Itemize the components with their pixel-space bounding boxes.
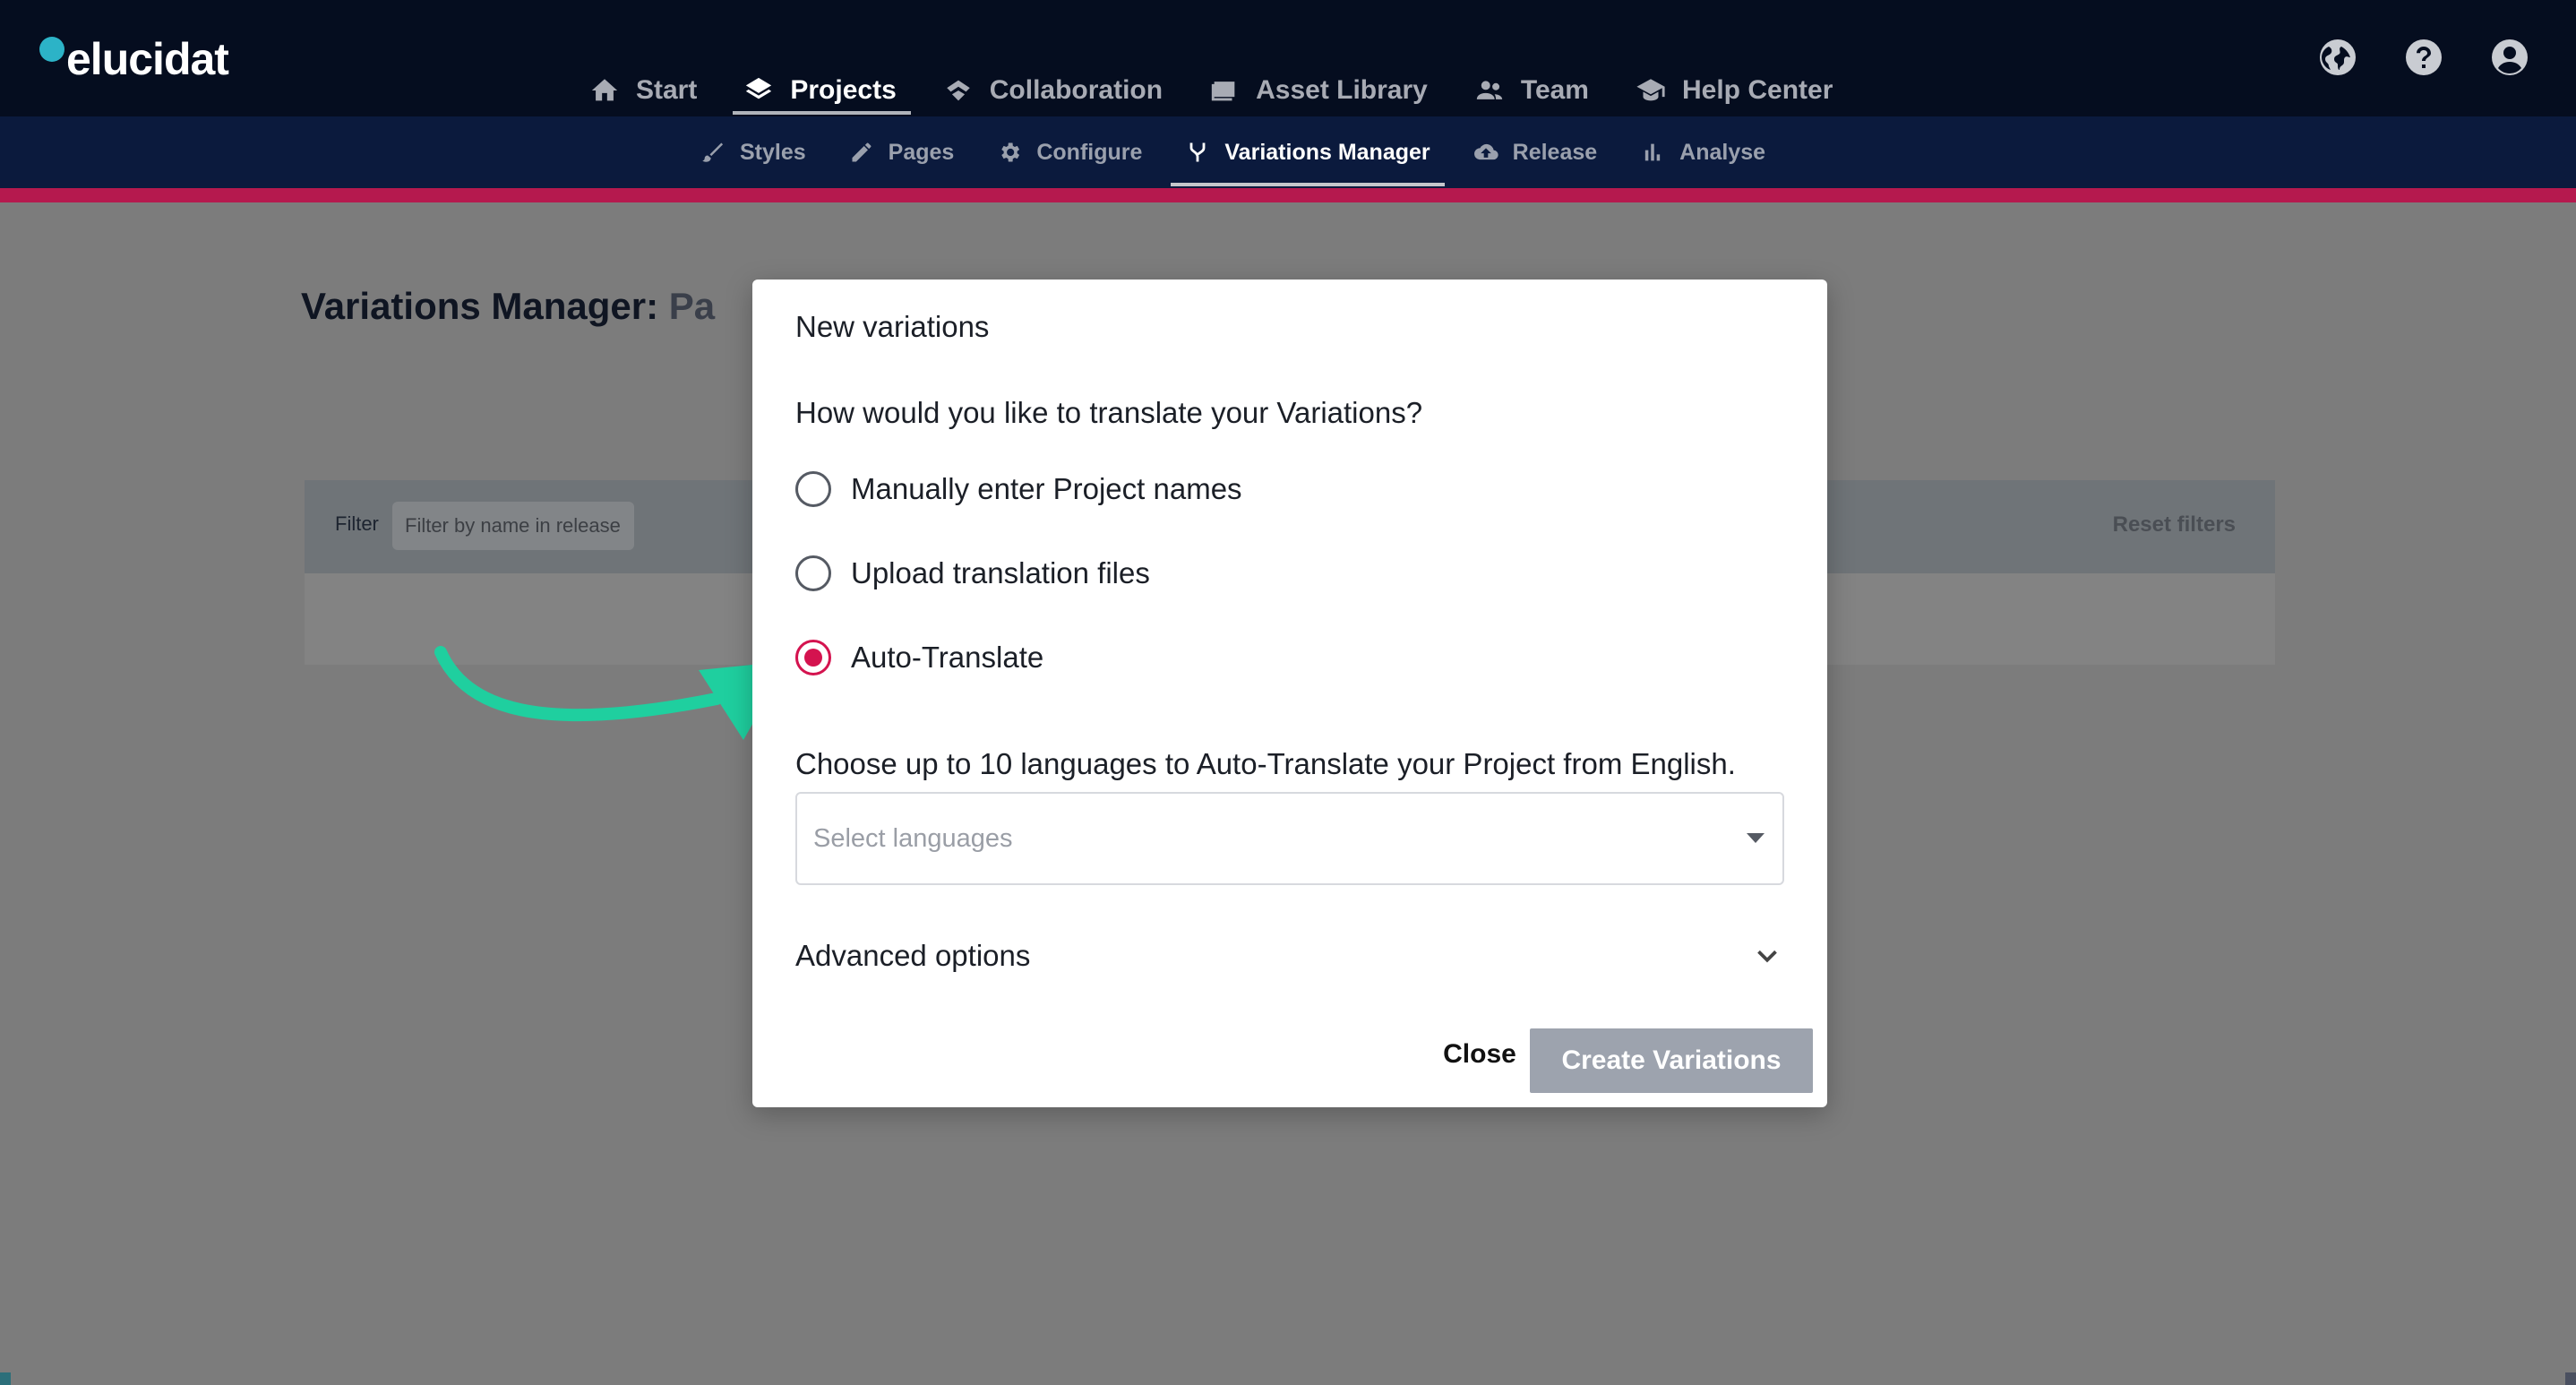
cloud-upload-icon [1473,140,1498,165]
nav-item-label: Team [1520,75,1589,105]
subnav-item-release[interactable]: Release [1473,116,1598,188]
nav-item-team[interactable]: Team [1474,66,1589,115]
subnav-item-analyse[interactable]: Analyse [1640,116,1765,188]
brush-icon [700,140,726,165]
handshake-icon [943,75,974,106]
filter-input[interactable] [392,502,634,550]
gear-icon [997,140,1022,165]
page-title-suffix: Pa [668,285,716,327]
filter-label: Filter [335,512,379,535]
nav-item-projects[interactable]: Projects [733,66,912,115]
subnav-item-configure[interactable]: Configure [997,116,1142,188]
nav-item-asset-library[interactable]: Asset Library [1209,66,1428,115]
option-label: Upload translation files [851,556,1150,589]
utility-icons [2316,36,2531,79]
radio-auto-translate[interactable] [795,640,831,675]
option-manual-names[interactable]: Manually enter Project names [795,471,1242,507]
subnav-item-pages[interactable]: Pages [849,116,955,188]
bar-chart-icon [1640,140,1665,165]
globe-icon[interactable] [2316,36,2359,79]
graduation-cap-icon [1636,75,1666,106]
sub-navigation-bar: Styles Pages Configure Variations Manage… [0,116,2576,188]
option-label: Manually enter Project names [851,472,1242,505]
layers-icon [743,75,774,106]
nav-item-label: Help Center [1682,75,1833,105]
sub-nav: Styles Pages Configure Variations Manage… [700,116,1765,188]
language-select[interactable]: Select languages [795,792,1784,885]
page-title-prefix: Variations Manager: [301,285,659,327]
subnav-item-label: Pages [888,139,955,165]
advanced-options-label: Advanced options [795,939,1031,972]
option-label: Auto-Translate [851,641,1044,674]
subnav-item-label: Variations Manager [1224,139,1430,165]
subnav-item-label: Analyse [1679,139,1766,165]
subnav-item-label: Styles [740,139,806,165]
images-icon [1209,75,1240,106]
nav-item-help-center[interactable]: Help Center [1636,66,1833,115]
pencil-icon [849,140,874,165]
window-corner-right [2565,1372,2576,1385]
translate-question: How would you like to translate your Var… [795,396,1423,429]
logo-text: elucidat [66,34,229,84]
advanced-options-toggle[interactable]: Advanced options [795,935,1784,980]
nav-item-label: Collaboration [989,75,1163,105]
caret-down-icon [1747,833,1765,843]
logo-mark [39,37,64,62]
language-select-placeholder: Select languages [813,824,1013,853]
subnav-item-variations-manager[interactable]: Variations Manager [1171,116,1445,188]
create-variations-button[interactable]: Create Variations [1530,1028,1813,1093]
brand-accent-line [0,188,2576,202]
nav-item-start[interactable]: Start [589,66,697,115]
account-icon[interactable] [2488,36,2531,79]
radio-upload-files[interactable] [795,555,831,591]
new-variations-modal: New variations How would you like to tra… [752,280,1827,1107]
subnav-item-label: Release [1512,139,1598,165]
nav-item-label: Projects [790,75,897,105]
annotation-arrow [430,645,806,744]
option-upload-files[interactable]: Upload translation files [795,555,1150,591]
subnav-item-styles[interactable]: Styles [700,116,806,188]
nav-item-collaboration[interactable]: Collaboration [943,66,1163,115]
option-auto-translate[interactable]: Auto-Translate [795,640,1043,675]
fork-icon [1185,140,1210,165]
modal-title: New variations [795,310,990,343]
nav-item-label: Start [636,75,698,105]
subnav-item-label: Configure [1036,139,1143,165]
people-icon [1474,75,1505,106]
choose-languages-label: Choose up to 10 languages to Auto-Transl… [795,747,1736,780]
reset-filters-button[interactable]: Reset filters [2113,512,2236,538]
home-icon [589,75,620,106]
top-navigation-bar: elucidat Start Projects Collaboration As… [0,0,2576,116]
window-corner-left [0,1372,11,1385]
radio-manual-names[interactable] [795,471,831,507]
nav-item-label: Asset Library [1256,75,1428,105]
chevron-down-icon [1750,939,1784,973]
elucidat-logo[interactable]: elucidat [39,30,229,88]
main-nav: Start Projects Collaboration Asset Libra… [589,66,1833,116]
page-title: Variations Manager: Pa [301,285,715,328]
help-icon[interactable] [2402,36,2445,79]
